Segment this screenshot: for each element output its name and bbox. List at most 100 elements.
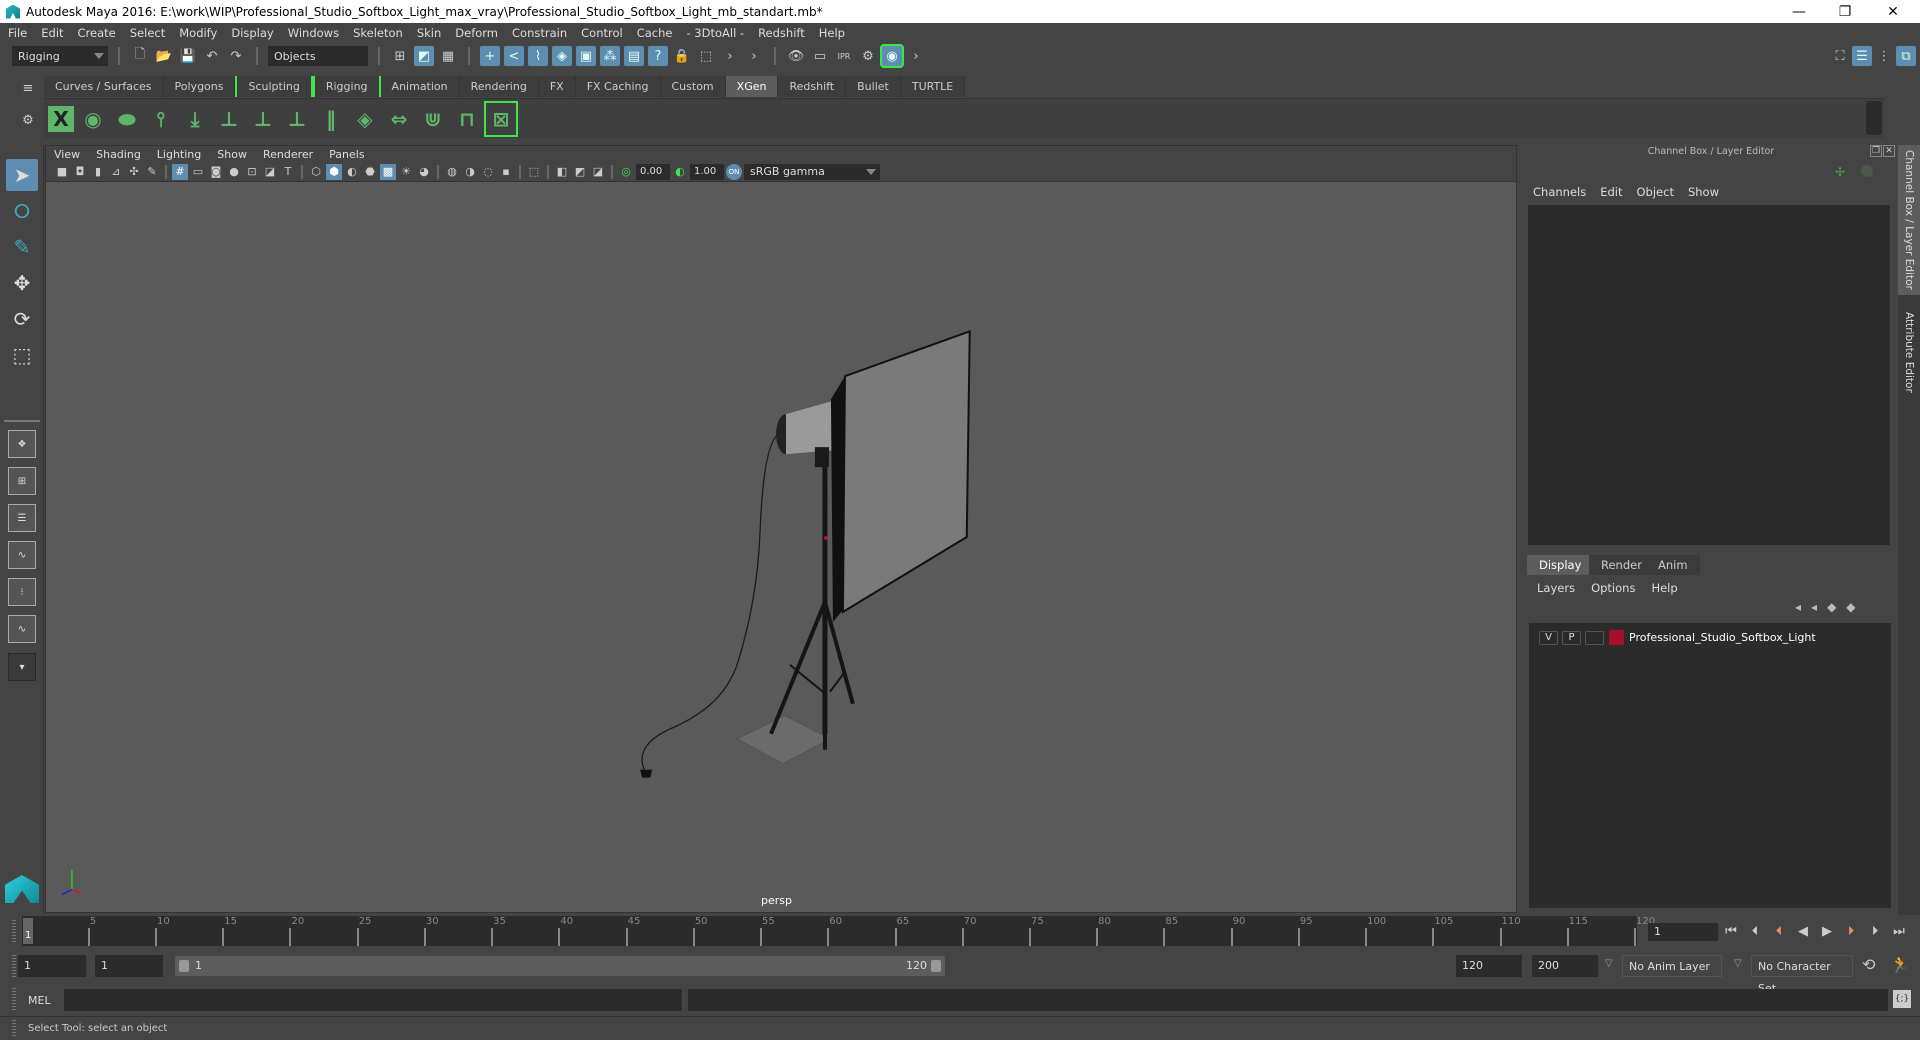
single-perspective-layout-icon[interactable]: ❖ xyxy=(8,430,36,458)
field-chart-icon[interactable]: ⊡ xyxy=(244,164,260,180)
layer-menu-options[interactable]: Options xyxy=(1591,581,1635,595)
menu-constrain[interactable]: Constrain xyxy=(512,26,567,40)
layer-tab-render[interactable]: Render xyxy=(1589,555,1654,575)
animation-start-field[interactable]: 1 xyxy=(18,955,86,977)
xgen-select-guide-icon[interactable]: ⊥ xyxy=(248,103,278,135)
wireframe-icon[interactable]: ⬡ xyxy=(308,164,324,180)
2d-pan-zoom-icon[interactable]: ✣ xyxy=(126,164,142,180)
expand-icon[interactable]: › xyxy=(906,46,926,66)
lasso-tool-icon[interactable]: ⭘ xyxy=(6,195,38,227)
xgen-rebuild-icon[interactable]: ⊓ xyxy=(452,103,482,135)
channel-box-toggle-icon[interactable]: ⧉ xyxy=(1896,46,1916,66)
bookmark-icon[interactable]: ▮ xyxy=(90,164,106,180)
gamma-icon[interactable]: ◐ xyxy=(672,164,688,180)
isolate-select-icon[interactable]: ⬚ xyxy=(526,164,542,180)
viewport-menu-show[interactable]: Show xyxy=(217,148,247,161)
channel-menu-edit[interactable]: Edit xyxy=(1600,185,1622,199)
shelf-tab-polygons[interactable]: Polygons xyxy=(163,76,236,97)
anim-layer-dropdown[interactable]: No Anim Layer xyxy=(1622,955,1722,977)
animation-end-field[interactable]: 200 xyxy=(1532,955,1598,977)
snap-curve-icon[interactable]: < xyxy=(504,46,524,66)
snap-point-icon[interactable]: ⌇ xyxy=(528,46,548,66)
channel-menu-object[interactable]: Object xyxy=(1637,185,1674,199)
step-back-frame-icon[interactable]: ⏴ xyxy=(1770,920,1788,942)
menu-3dtoall[interactable]: - 3DtoAll - xyxy=(686,26,744,40)
lock-icon[interactable]: 🔒 xyxy=(672,46,692,66)
play-backward-icon[interactable]: ◀ xyxy=(1794,920,1812,942)
save-scene-icon[interactable]: 💾 xyxy=(178,46,198,66)
play-forward-icon[interactable]: ▶ xyxy=(1818,920,1836,942)
menu-control[interactable]: Control xyxy=(581,26,623,40)
xray-icon[interactable]: ◧ xyxy=(554,164,570,180)
xray-active-icon[interactable]: ◩ xyxy=(572,164,588,180)
viewport-menu-renderer[interactable]: Renderer xyxy=(263,148,313,161)
shelf-tabs-menu-icon[interactable]: ≡ xyxy=(18,78,38,98)
new-layer-selected-icon[interactable]: ◆ xyxy=(1846,600,1855,614)
hypershade-icon[interactable]: ◉ xyxy=(880,44,904,68)
menu-cache[interactable]: Cache xyxy=(637,26,673,40)
menu-select[interactable]: Select xyxy=(130,26,165,40)
xgen-brush-icon[interactable]: ⋓ xyxy=(418,103,448,135)
playback-end-field[interactable]: 120 xyxy=(1456,955,1522,977)
snap-surface-icon[interactable]: ⁂ xyxy=(600,46,620,66)
restore-button[interactable]: ❐ xyxy=(1822,0,1868,23)
layer-display-type-toggle[interactable] xyxy=(1585,631,1604,645)
character-set-dropdown[interactable]: No Character Set xyxy=(1751,955,1853,995)
safe-title-icon[interactable]: T xyxy=(280,164,296,180)
attribute-editor-toggle-icon[interactable]: ☰ xyxy=(1852,46,1872,66)
resolution-gate-icon[interactable]: ◙ xyxy=(208,164,224,180)
shelf-tab-curves-surfaces[interactable]: Curves / Surfaces xyxy=(44,76,164,97)
select-highlight-icon[interactable]: ⬚ xyxy=(696,46,716,66)
grid-icon[interactable]: # xyxy=(172,163,188,180)
menu-modify[interactable]: Modify xyxy=(179,26,217,40)
safe-action-icon[interactable]: ◪ xyxy=(262,164,278,180)
color-management-toggle-icon[interactable]: ON xyxy=(726,163,742,180)
shelf-tab-custom[interactable]: Custom xyxy=(660,76,726,97)
softbox-light-model[interactable] xyxy=(640,329,971,778)
layer-name[interactable]: Professional_Studio_Softbox_Light xyxy=(1629,631,1816,644)
layer-menu-layers[interactable]: Layers xyxy=(1537,581,1575,595)
select-by-hierarchy-icon[interactable]: ⊞ xyxy=(390,46,410,66)
xgen-flip-icon[interactable]: ⇔ xyxy=(384,103,414,135)
symmetry-icon[interactable]: ▤ xyxy=(624,46,644,66)
layer-tab-display[interactable]: Display xyxy=(1527,555,1594,575)
shelf-tab-redshift[interactable]: Redshift xyxy=(778,76,847,97)
step-back-key-icon[interactable]: ⏴ xyxy=(1746,920,1764,942)
manipulator-icon[interactable]: ✢ xyxy=(1835,165,1845,179)
film-gate-icon[interactable]: ▭ xyxy=(190,164,206,180)
chevron-down-icon[interactable]: ▽ xyxy=(1605,958,1613,969)
image-plane-icon[interactable]: ⊿ xyxy=(108,164,124,180)
menu-windows[interactable]: Windows xyxy=(288,26,339,40)
use-all-lights-icon[interactable]: ☀ xyxy=(398,164,414,180)
channel-menu-show[interactable]: Show xyxy=(1688,185,1719,199)
layer-playback-toggle[interactable]: P xyxy=(1562,631,1581,645)
menu-create[interactable]: Create xyxy=(78,26,116,40)
redo-icon[interactable]: ↷ xyxy=(226,46,246,66)
xgen-guides-icon[interactable]: ‖ xyxy=(316,103,346,135)
open-scene-icon[interactable]: 📂 xyxy=(154,46,174,66)
snap-grid-icon[interactable]: + xyxy=(480,46,500,66)
layer-tab-anim[interactable]: Anim xyxy=(1646,555,1700,575)
layer-menu-help[interactable]: Help xyxy=(1651,581,1677,595)
shadows-icon[interactable]: ◕ xyxy=(416,164,432,180)
outliner-graph-layout-icon[interactable]: ∿ xyxy=(8,615,36,643)
undo-icon[interactable]: ↶ xyxy=(202,46,222,66)
menu-deform[interactable]: Deform xyxy=(455,26,498,40)
outliner-persp-layout-icon[interactable]: ☰ xyxy=(8,504,36,532)
step-forward-key-icon[interactable]: ⏵ xyxy=(1866,920,1884,942)
viewport-menu-shading[interactable]: Shading xyxy=(96,148,141,161)
move-layer-up-icon[interactable]: ◂ xyxy=(1795,600,1801,614)
script-editor-icon[interactable]: {;} xyxy=(1893,990,1911,1008)
drag-handle[interactable] xyxy=(12,1020,16,1038)
depth-of-field-icon[interactable]: ▪ xyxy=(498,164,514,180)
drag-handle[interactable] xyxy=(12,955,16,977)
time-slider[interactable]: 1 5 10 15 20 25 30 35 40 45 50 55 60 65 70 75 80 85 90 95 1… xyxy=(22,916,1655,946)
make-live-icon[interactable]: ▣ xyxy=(576,46,596,66)
paint-select-tool-icon[interactable]: ✎ xyxy=(6,231,38,263)
go-to-end-icon[interactable]: ⏭ xyxy=(1890,920,1908,942)
help-icon[interactable]: ? xyxy=(648,46,668,66)
shelf-tab-xgen[interactable]: XGen xyxy=(725,76,779,97)
layer-row[interactable]: V P Professional_Studio_Softbox_Light xyxy=(1529,623,1891,653)
go-to-start-icon[interactable]: ⏮ xyxy=(1722,920,1740,942)
scene-view[interactable] xyxy=(46,182,1516,912)
